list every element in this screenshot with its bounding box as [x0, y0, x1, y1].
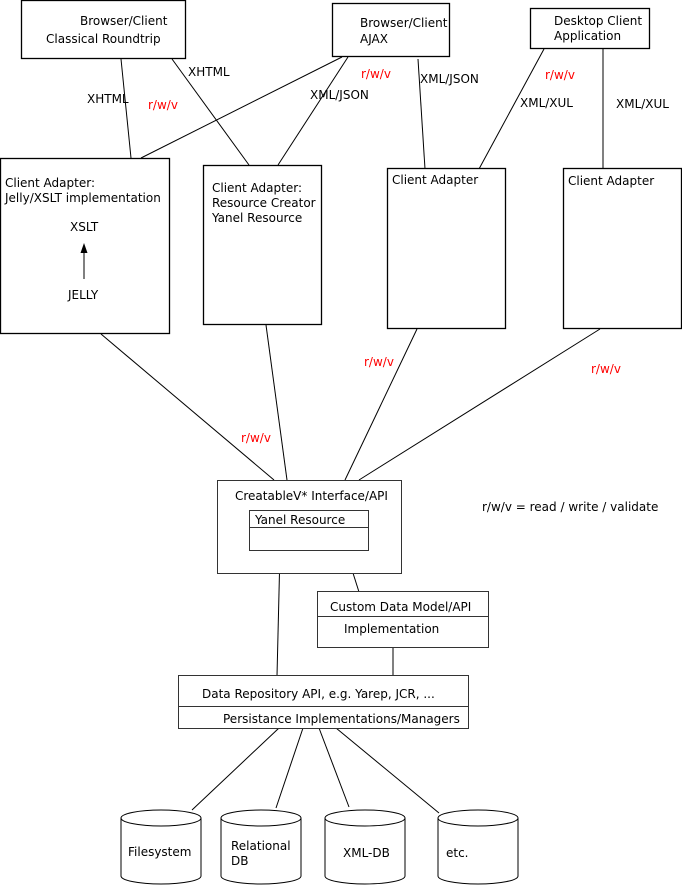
edge-classical-to-jelly-adapter: [120, 58, 132, 159]
client-desktop-title: Desktop Client: [554, 14, 642, 28]
edge-label-rwv-4: r/w/v: [364, 355, 394, 369]
edge-repository-to-filesystem: [191, 727, 280, 811]
repository-title: Data Repository API, e.g. Yarep, JCR, ..…: [202, 687, 435, 701]
edge-label-rwv-5: r/w/v: [591, 362, 621, 376]
creatable-title: CreatableV* Interface/API: [235, 489, 388, 503]
edge-label-rwv-2: r/w/v: [361, 67, 391, 81]
edge-label-rwv-1: r/w/v: [148, 98, 178, 112]
edge-label-rwv-6: r/w/v: [241, 431, 271, 445]
custom-data-model: Custom Data Model/API Implementation: [317, 591, 489, 648]
edge-label-xmljson-2: XML/JSON: [420, 72, 479, 86]
adapter-desktop: Client Adapter: [562, 167, 682, 330]
store-relational-label-2: DB: [231, 854, 248, 868]
xslt-label: XSLT: [70, 220, 99, 234]
client-classical-title: Browser/Client: [80, 14, 168, 28]
store-filesystem-label: Filesystem: [128, 845, 191, 859]
client-desktop-application: Desktop Client Application: [529, 7, 651, 50]
client-desktop-subtitle: Application: [554, 29, 621, 43]
adapter-desktop-title: Client Adapter: [568, 174, 654, 188]
client-classical-roundtrip: Browser/Client Classical Roundtrip: [20, 0, 187, 60]
edge-jelly-adapter-to-creatable: [100, 333, 275, 481]
edge-repository-to-relational: [275, 727, 304, 809]
jelly-label: JELLY: [67, 288, 99, 302]
adapter-resource-title: Client Adapter:: [212, 181, 302, 195]
client-ajax: Browser/Client AJAX: [331, 2, 451, 58]
adapter-resource-creator: Client Adapter: Resource Creator Yanel R…: [202, 164, 323, 326]
edge-label-xhtml-right: XHTML: [188, 65, 230, 79]
adapter-resource-line2: Resource Creator: [212, 196, 316, 210]
adapter-jelly-title: Client Adapter:: [5, 176, 95, 190]
custom-model-title: Custom Data Model/API: [330, 600, 471, 614]
repository-subtitle: Persistance Implementations/Managers: [223, 712, 460, 726]
edge-label-xmlxul-1: XML/XUL: [520, 96, 573, 110]
yanel-resource-label: Yanel Resource: [254, 513, 345, 527]
edge-ajax-to-resource-adapter: [277, 56, 349, 166]
adapter-jelly-xslt: Client Adapter: Jelly/XSLT implementatio…: [0, 157, 171, 335]
store-etc: etc.: [437, 809, 519, 885]
client-classical-subtitle: Classical Roundtrip: [46, 32, 161, 46]
creatable-interface: CreatableV* Interface/API Yanel Resource: [217, 480, 402, 574]
store-relational-db: Relational DB: [220, 809, 302, 885]
edge-label-rwv-3: r/w/v: [545, 68, 575, 82]
store-xmldb-label: XML-DB: [343, 846, 390, 860]
edge-label-xmljson-1: XML/JSON: [310, 88, 369, 102]
legend-rwv: r/w/v = read / write / validate: [482, 500, 658, 514]
adapter-resource-line3: Yanel Resource: [211, 211, 302, 225]
data-repository: Data Repository API, e.g. Yarep, JCR, ..…: [178, 675, 469, 729]
store-xml-db: XML-DB: [324, 809, 406, 885]
edge-resource-adapter-to-creatable: [265, 324, 288, 481]
adapter-ajax: Client Adapter: [386, 167, 507, 330]
edge-label-xhtml-left: XHTML: [87, 92, 129, 106]
client-ajax-subtitle: AJAX: [360, 32, 388, 46]
edge-desktop-adapter-to-creatable: [358, 328, 601, 481]
client-ajax-title: Browser/Client: [360, 16, 448, 30]
edge-label-xmlxul-2: XML/XUL: [616, 97, 669, 111]
edge-repository-to-xmldb: [318, 727, 350, 808]
custom-model-subtitle: Implementation: [344, 622, 439, 636]
adapter-jelly-subtitle: Jelly/XSLT implementation: [4, 191, 161, 205]
edge-ajax-adapter-to-creatable: [344, 328, 418, 481]
store-filesystem: Filesystem: [120, 809, 202, 885]
store-relational-label-1: Relational: [231, 839, 291, 853]
adapter-ajax-title: Client Adapter: [392, 173, 478, 187]
architecture-diagram: Browser/Client Classical Roundtrip Brows…: [0, 0, 682, 885]
store-etc-label: etc.: [446, 846, 469, 860]
edge-repository-to-etc: [335, 727, 440, 814]
